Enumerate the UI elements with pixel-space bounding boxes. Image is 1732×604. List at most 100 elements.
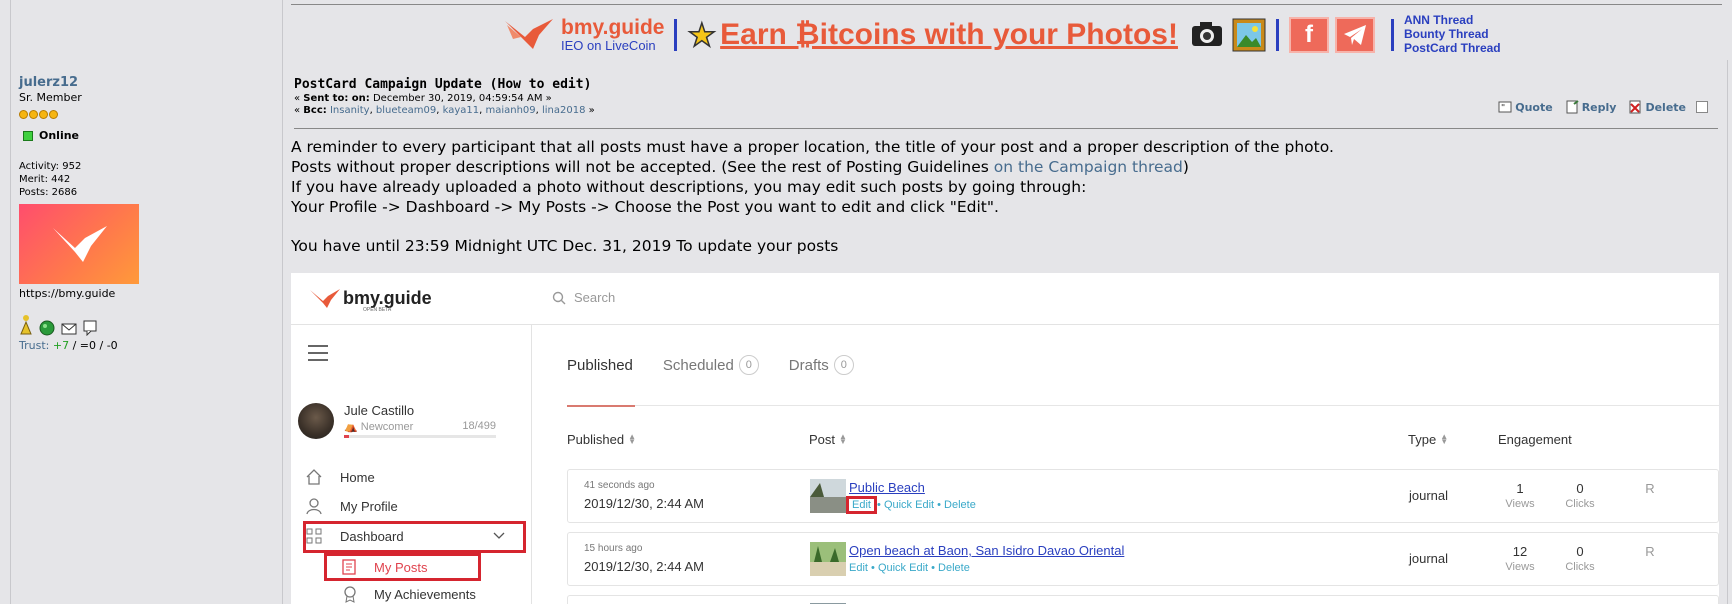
delete-button[interactable]: Delete: [1628, 100, 1686, 114]
search-placeholder: Search: [574, 290, 616, 305]
home-icon: [306, 469, 322, 485]
nav-home[interactable]: Home: [305, 468, 375, 486]
bcc-user[interactable]: kaya11: [443, 105, 480, 116]
nav-my-achievements[interactable]: My Achievements: [341, 585, 476, 603]
bird-logo-icon: [310, 289, 340, 308]
message-header: PostCard Campaign Update (How to edit) «…: [294, 77, 1718, 129]
post-thumbnail[interactable]: [810, 542, 846, 576]
trust-positive: +7: [52, 339, 70, 352]
post-tabs: Published Scheduled 0 Drafts 0: [567, 355, 884, 375]
app-main: Published Scheduled 0 Drafts 0 Published ▲ ▼…: [533, 325, 1719, 604]
message-icon[interactable]: [83, 320, 97, 336]
trust-score: Trust: +7 / =0 / -0: [19, 339, 259, 352]
bcc-user[interactable]: maianh09: [485, 105, 535, 116]
trust-label[interactable]: Trust:: [19, 339, 49, 352]
online-dot-icon: [23, 130, 33, 141]
quote-icon: ": [1498, 101, 1512, 113]
facebook-icon[interactable]: f: [1288, 17, 1329, 53]
separator: [1390, 19, 1394, 51]
post-type: journal: [1409, 551, 1449, 566]
post-age: 15 hours ago: [584, 543, 643, 554]
col-published[interactable]: Published ▲ ▼: [567, 432, 636, 447]
brand-link[interactable]: bmy.guide: [561, 16, 664, 39]
user-name: Jule Castillo: [344, 403, 415, 418]
post-type: journal: [1409, 488, 1449, 503]
quote-button[interactable]: " Quote: [1498, 100, 1553, 114]
app-search[interactable]: Search: [552, 290, 615, 305]
online-status: Online: [19, 129, 259, 142]
active-tab-indicator: [567, 405, 635, 407]
app-sidebar: Jule Castillo ⛺ Newcomer 18/499 Home My …: [291, 325, 532, 604]
tab-published[interactable]: Published: [567, 355, 633, 375]
website-globe-icon[interactable]: [39, 320, 55, 336]
trust-rest: / =0 / -0: [69, 339, 118, 352]
search-icon: [552, 291, 566, 304]
post-age: 41 seconds ago: [584, 480, 655, 491]
user-rank: ⛺ Newcomer 18/499: [344, 420, 496, 433]
separator: [1275, 19, 1279, 51]
user-avatar: [298, 403, 334, 439]
telegram-icon[interactable]: [1334, 17, 1375, 53]
table-row: 41 seconds ago 2019/12/30, 2:44 AM Publi…: [567, 469, 1719, 523]
reply-button[interactable]: Reply: [1565, 100, 1616, 114]
delete-link[interactable]: Delete: [944, 499, 976, 511]
ann-thread-link[interactable]: ANN Thread: [1404, 14, 1501, 28]
campaign-thread-link[interactable]: on the Campaign thread: [994, 158, 1183, 176]
signature-banner: bmy.guide IEO on LiveCoin ★ Earn ₿itcoin…: [291, 4, 1722, 66]
post-actions: Edit • Quick Edit • Delete: [849, 562, 970, 574]
deadline-line: You have until 23:59 Midnight UTC Dec. 3…: [291, 237, 839, 255]
frame-edge: [1727, 60, 1728, 604]
bounty-thread-link[interactable]: Bounty Thread: [1404, 27, 1501, 42]
select-checkbox[interactable]: [1696, 101, 1708, 113]
hamburger-icon[interactable]: [308, 345, 328, 366]
poster-website[interactable]: https://bmy.guide: [19, 287, 259, 300]
sent-label: Sent to: on:: [303, 93, 370, 104]
bird-logo-icon: [505, 19, 553, 49]
poster-name[interactable]: julerz12: [19, 75, 259, 90]
col-post[interactable]: Post ▲ ▼: [809, 432, 847, 447]
email-icon[interactable]: [61, 322, 77, 336]
col-engagement: Engagement: [1498, 432, 1572, 447]
user-card: Jule Castillo ⛺ Newcomer 18/499: [298, 403, 496, 439]
tab-scheduled[interactable]: Scheduled 0: [663, 355, 759, 375]
views-count: 12 Views: [1505, 544, 1535, 573]
table-row: [567, 595, 1719, 604]
bcc-user[interactable]: Insanity: [330, 105, 370, 116]
body-line: Posts without proper descriptions will n…: [291, 158, 1189, 176]
count-badge: 0: [833, 355, 854, 375]
achievement-icon: [344, 586, 356, 603]
post-title-link[interactable]: Public Beach: [849, 480, 925, 495]
rank-coins-icon: [19, 104, 259, 123]
delete-icon: [1629, 100, 1641, 114]
col-type[interactable]: Type ▲ ▼: [1408, 432, 1448, 447]
nav-my-profile[interactable]: My Profile: [305, 497, 398, 515]
avatar: [19, 204, 139, 284]
sent-date: December 30, 2019, 04:59:54 AM »: [369, 93, 552, 104]
rank-icon: ⛺: [344, 421, 358, 433]
post-title-link[interactable]: Open beach at Baon, San Isidro Davao Ori…: [849, 543, 1124, 558]
edit-link[interactable]: Edit: [846, 496, 877, 514]
post-thumbnail[interactable]: [810, 479, 846, 513]
user-icon: [306, 498, 322, 515]
ieo-link[interactable]: IEO on LiveCoin: [561, 39, 664, 54]
app-topbar: bmy.guide OPEN BETA Search: [291, 273, 1719, 325]
online-label: Online: [39, 129, 80, 142]
bcc-label: Bcc:: [303, 105, 327, 116]
bcc-user[interactable]: lina2018: [542, 105, 585, 116]
postcard-thread-link[interactable]: PostCard Thread: [1404, 41, 1501, 56]
embedded-screenshot: bmy.guide OPEN BETA Search Jule Castillo…: [291, 273, 1719, 604]
quick-edit-link[interactable]: Quick Edit: [884, 499, 934, 511]
earn-bitcoins-link[interactable]: Earn ₿itcoins with your Photos!: [720, 18, 1178, 52]
profile-person-icon[interactable]: [19, 314, 33, 336]
bird-avatar-icon: [53, 226, 107, 262]
edit-link[interactable]: Edit: [849, 562, 868, 574]
tab-drafts[interactable]: Drafts 0: [789, 355, 854, 375]
quick-edit-link[interactable]: Quick Edit: [878, 562, 928, 574]
star-icon: ★: [687, 16, 717, 54]
bcc-user[interactable]: blueteam09: [376, 105, 436, 116]
delete-link[interactable]: Delete: [938, 562, 970, 574]
sort-icon: ▲ ▼: [839, 431, 847, 446]
separator: [674, 19, 678, 51]
body-line: A reminder to every participant that all…: [291, 138, 1334, 156]
activity-stat: Activity: 952: [19, 161, 82, 172]
